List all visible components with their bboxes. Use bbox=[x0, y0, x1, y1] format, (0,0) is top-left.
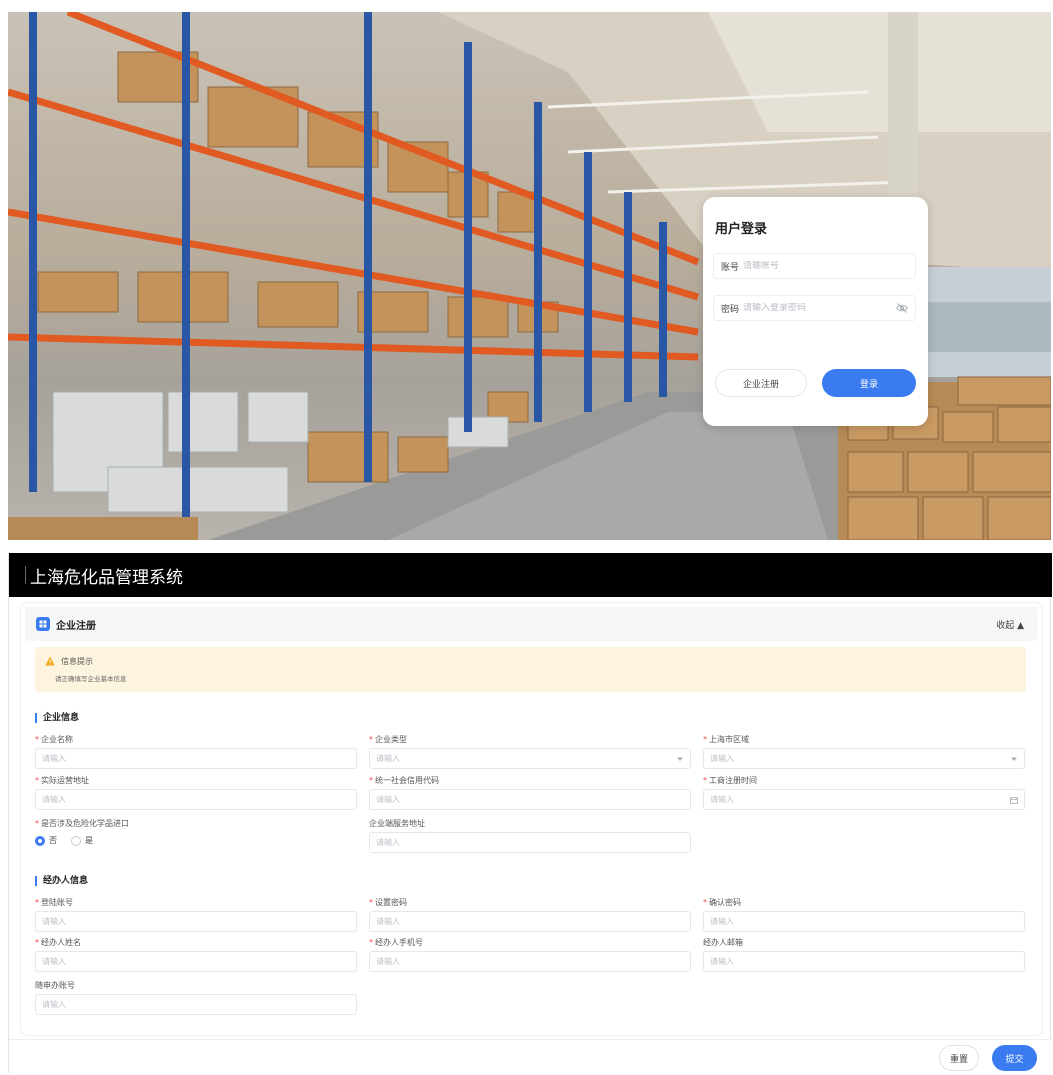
district-select[interactable] bbox=[703, 748, 1025, 769]
radio-yes-dot[interactable] bbox=[71, 835, 81, 846]
set-password-label: * 设置密码 bbox=[369, 898, 407, 907]
caret-down-icon bbox=[1011, 757, 1017, 761]
agent-email-field[interactable] bbox=[703, 951, 1025, 972]
district-input[interactable] bbox=[710, 754, 1010, 763]
radio-no-dot[interactable] bbox=[35, 835, 45, 846]
company-type-input[interactable] bbox=[376, 754, 676, 763]
reset-button[interactable]: 重置 bbox=[939, 1045, 979, 1071]
login-button[interactable]: 登录 bbox=[822, 369, 916, 397]
suishenban-label: 随申办账号 bbox=[35, 981, 75, 990]
login-background: 用户登录 账号 密码 企业注册 登录 bbox=[8, 12, 1051, 540]
agent-email-label: 经办人邮箱 bbox=[703, 938, 743, 947]
agent-email-input[interactable] bbox=[710, 957, 1018, 966]
service-address-field[interactable] bbox=[369, 832, 691, 853]
confirm-password-input[interactable] bbox=[710, 917, 1018, 926]
app-title: 上海危化品管理系统 bbox=[30, 567, 183, 588]
service-address-input[interactable] bbox=[376, 838, 684, 847]
register-card: 企业注册 收起 ▲ 信息提示 请正确填写企业基本信息 企业信息 *企业名称 *企… bbox=[21, 603, 1042, 1035]
password-field[interactable]: 密码 bbox=[713, 295, 916, 321]
section-agent-info: 经办人信息 bbox=[35, 876, 88, 886]
account-input[interactable] bbox=[743, 261, 908, 271]
service-address-label: 企业端服务地址 bbox=[369, 819, 425, 828]
account-label: 账号 bbox=[721, 262, 740, 273]
radio-yes[interactable]: 是 bbox=[71, 835, 93, 846]
registration-screen: 上海危化品管理系统 企业注册 收起 ▲ 信息提示 请正确填写企业基本信息 企业信… bbox=[8, 553, 1052, 1073]
suishenban-input[interactable] bbox=[42, 1000, 350, 1009]
card-title: 企业注册 bbox=[56, 620, 96, 632]
eye-off-icon[interactable] bbox=[896, 302, 908, 314]
login-account-field[interactable] bbox=[35, 911, 357, 932]
address-input[interactable] bbox=[42, 795, 350, 804]
agent-name-field[interactable] bbox=[35, 951, 357, 972]
login-title: 用户登录 bbox=[715, 222, 768, 237]
login-card: 用户登录 账号 密码 企业注册 登录 bbox=[703, 197, 928, 426]
agent-phone-input[interactable] bbox=[376, 957, 684, 966]
register-icon bbox=[36, 617, 50, 631]
account-field[interactable]: 账号 bbox=[713, 253, 916, 279]
company-name-input[interactable] bbox=[42, 754, 350, 763]
app-header: 上海危化品管理系统 bbox=[9, 553, 1052, 597]
credit-code-input[interactable] bbox=[376, 795, 684, 804]
header-divider bbox=[25, 566, 26, 584]
enterprise-register-button[interactable]: 企业注册 bbox=[715, 369, 807, 397]
district-label: * 上海市区域 bbox=[703, 735, 749, 744]
set-password-input[interactable] bbox=[376, 917, 684, 926]
credit-code-label: * 统一社会信用代码 bbox=[369, 776, 439, 785]
login-account-input[interactable] bbox=[42, 917, 350, 926]
submit-button[interactable]: 提交 bbox=[992, 1045, 1037, 1071]
agent-name-input[interactable] bbox=[42, 957, 350, 966]
alert-description: 请正确填写企业基本信息 bbox=[55, 675, 127, 683]
set-password-field[interactable] bbox=[369, 911, 691, 932]
calendar-icon bbox=[1010, 796, 1018, 804]
reg-time-input[interactable] bbox=[710, 795, 1010, 804]
warning-icon bbox=[45, 656, 55, 666]
address-label: * 实际运营地址 bbox=[35, 776, 89, 785]
agent-phone-field[interactable] bbox=[369, 951, 691, 972]
address-field[interactable] bbox=[35, 789, 357, 810]
reg-time-label: * 工商注册时间 bbox=[703, 776, 757, 785]
caret-down-icon bbox=[677, 757, 683, 761]
company-type-select[interactable] bbox=[369, 748, 691, 769]
password-input[interactable] bbox=[743, 303, 896, 313]
suishenban-field[interactable] bbox=[35, 994, 357, 1015]
confirm-password-field[interactable] bbox=[703, 911, 1025, 932]
agent-phone-label: * 经办人手机号 bbox=[369, 938, 423, 947]
radio-no[interactable]: 否 bbox=[35, 835, 57, 846]
info-alert: 信息提示 请正确填写企业基本信息 bbox=[35, 647, 1026, 692]
card-header: 企业注册 收起 ▲ bbox=[25, 607, 1038, 641]
section-company-info: 企业信息 bbox=[35, 713, 79, 723]
collapse-button[interactable]: 收起 ▲ bbox=[996, 618, 1024, 631]
company-name-field[interactable] bbox=[35, 748, 357, 769]
form-footer: 重置 提交 bbox=[9, 1039, 1052, 1073]
login-account-label: * 登陆账号 bbox=[35, 898, 73, 907]
reg-time-picker[interactable] bbox=[703, 789, 1025, 810]
confirm-password-label: * 确认密码 bbox=[703, 898, 741, 907]
credit-code-field[interactable] bbox=[369, 789, 691, 810]
agent-name-label: * 经办人姓名 bbox=[35, 938, 81, 947]
alert-title: 信息提示 bbox=[61, 657, 93, 666]
password-label: 密码 bbox=[721, 304, 740, 315]
company-type-label: * 企业类型 bbox=[369, 735, 407, 744]
company-name-label: * 企业名称 bbox=[35, 735, 73, 744]
hazard-import-label: * 是否涉及危险化学品进口 bbox=[35, 819, 129, 828]
